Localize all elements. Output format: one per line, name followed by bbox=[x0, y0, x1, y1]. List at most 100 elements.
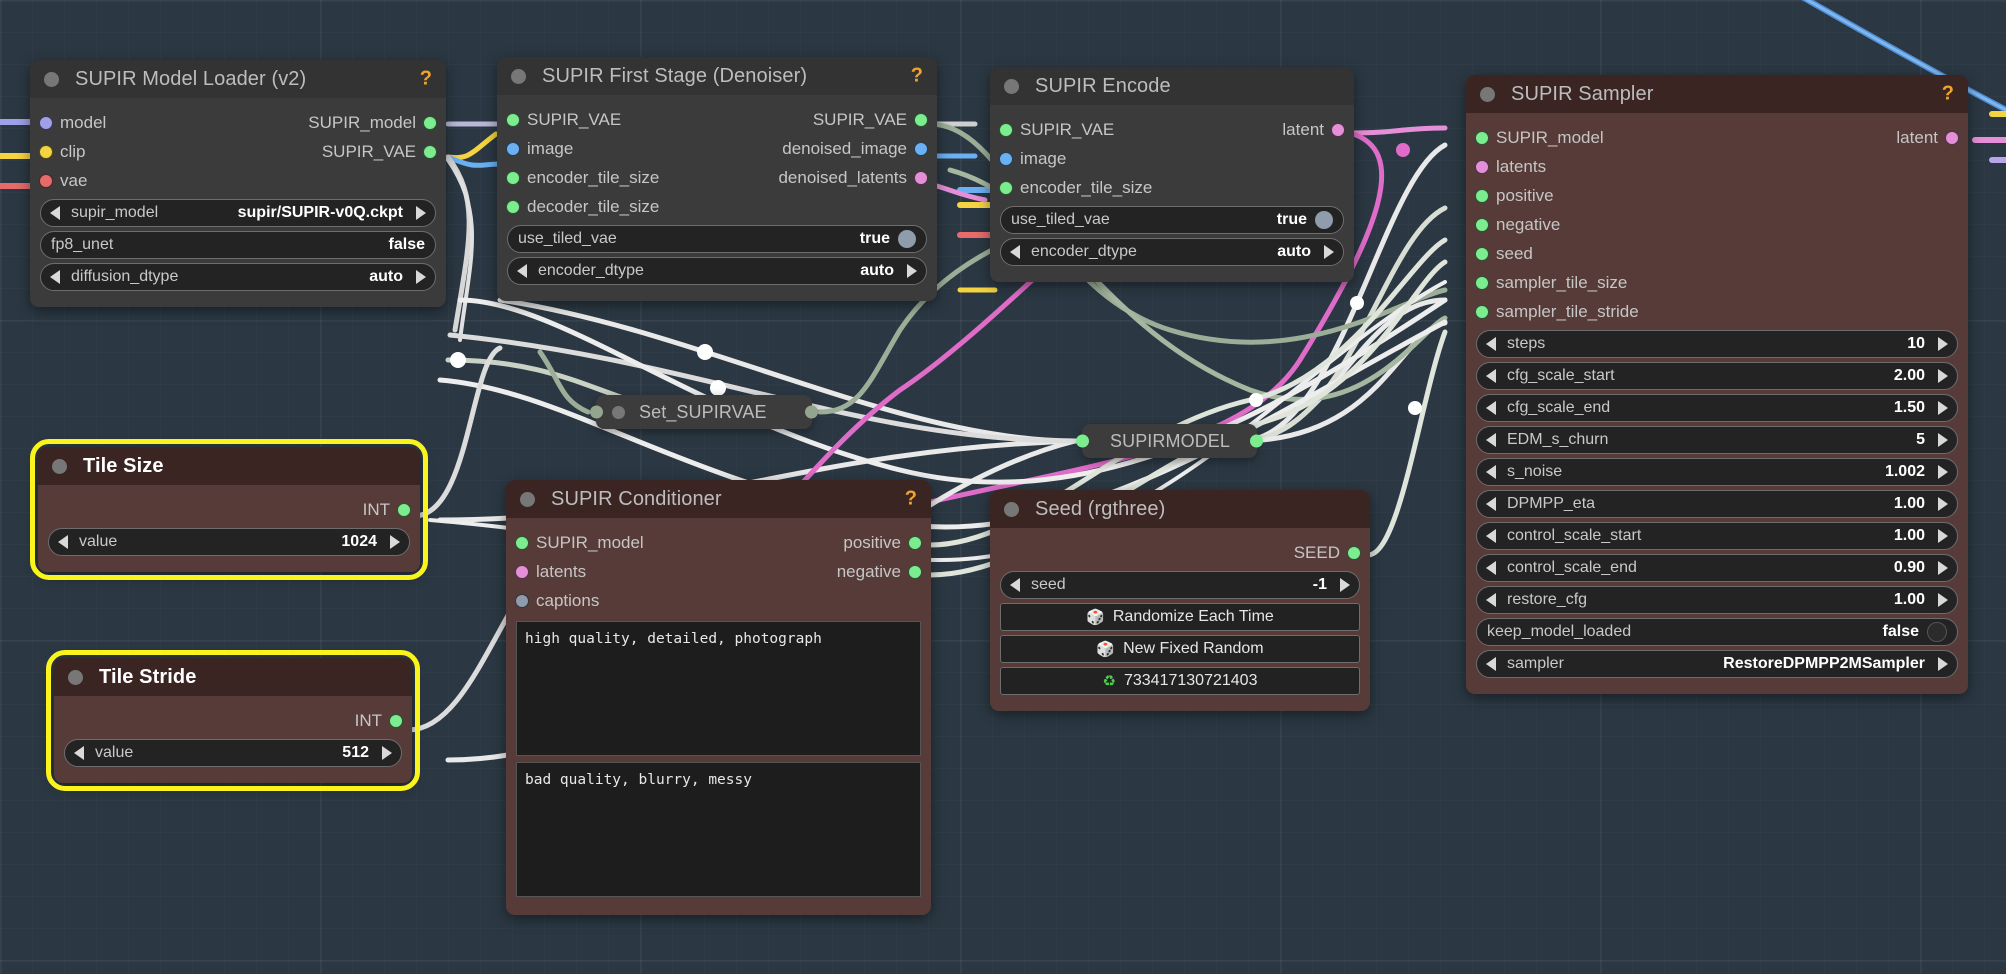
collapse-dot-icon[interactable] bbox=[52, 458, 67, 474]
toggle-knob-icon[interactable] bbox=[1315, 211, 1333, 229]
collapse-dot-icon[interactable] bbox=[44, 71, 59, 87]
port-icon[interactable] bbox=[1945, 130, 1959, 145]
increment-arrow-icon[interactable] bbox=[1938, 369, 1948, 383]
increment-arrow-icon[interactable] bbox=[1938, 657, 1948, 671]
node-titlebar[interactable]: SUPIR First Stage (Denoiser) ? bbox=[497, 57, 937, 95]
decrement-arrow-icon[interactable] bbox=[74, 746, 84, 760]
port-icon[interactable] bbox=[1475, 188, 1489, 203]
port-icon[interactable] bbox=[999, 151, 1013, 166]
port-icon[interactable] bbox=[1475, 159, 1489, 174]
widget-encoder-dtype[interactable]: encoder_dtype auto bbox=[507, 257, 927, 285]
decrement-arrow-icon[interactable] bbox=[517, 264, 527, 278]
node-supirmodel[interactable]: SUPIRMODEL bbox=[1076, 424, 1263, 458]
output-slot-seed[interactable]: SEED bbox=[990, 538, 1370, 567]
decrement-arrow-icon[interactable] bbox=[1486, 465, 1496, 479]
input-slot-latents[interactable]: latents negative bbox=[506, 557, 931, 586]
port-icon[interactable] bbox=[506, 141, 520, 156]
port-icon[interactable] bbox=[1475, 217, 1489, 232]
port-icon[interactable] bbox=[39, 173, 53, 188]
decrement-arrow-icon[interactable] bbox=[1486, 433, 1496, 447]
widget-value[interactable]: value 1024 bbox=[48, 528, 410, 556]
increment-arrow-icon[interactable] bbox=[1938, 561, 1948, 575]
port-icon[interactable] bbox=[1331, 122, 1345, 137]
collapse-dot-icon[interactable] bbox=[520, 491, 535, 507]
node-supir-sampler[interactable]: SUPIR Sampler ? SUPIR_model latent laten… bbox=[1466, 75, 1968, 694]
port-icon[interactable] bbox=[908, 535, 922, 550]
randomize-each-time-button[interactable]: 🎲 Randomize Each Time bbox=[1000, 603, 1360, 631]
increment-arrow-icon[interactable] bbox=[1938, 337, 1948, 351]
input-slot-vae[interactable]: vae bbox=[30, 166, 446, 195]
new-fixed-random-button[interactable]: 🎲 New Fixed Random bbox=[1000, 635, 1360, 663]
node-titlebar[interactable]: SUPIR Conditioner ? bbox=[506, 480, 931, 518]
port-icon[interactable] bbox=[908, 564, 922, 579]
port-icon[interactable] bbox=[397, 502, 411, 517]
port-icon[interactable] bbox=[1347, 545, 1361, 560]
port-icon[interactable] bbox=[423, 144, 437, 159]
port-icon[interactable] bbox=[506, 112, 520, 127]
widget-encoder-dtype[interactable]: encoder_dtype auto bbox=[1000, 238, 1344, 266]
node-supir-model-loader[interactable]: SUPIR Model Loader (v2) ? model SUPIR_mo… bbox=[30, 60, 446, 307]
decrement-arrow-icon[interactable] bbox=[1486, 369, 1496, 383]
decrement-arrow-icon[interactable] bbox=[1486, 497, 1496, 511]
collapse-dot-icon[interactable] bbox=[1004, 501, 1019, 517]
widget-control-scale-end[interactable]: control_scale_end 0.90 bbox=[1476, 554, 1958, 582]
widget-seed[interactable]: seed -1 bbox=[1000, 571, 1360, 599]
help-icon[interactable]: ? bbox=[1942, 83, 1954, 106]
input-slot-supir-model[interactable]: SUPIR_model positive bbox=[506, 528, 931, 557]
increment-arrow-icon[interactable] bbox=[1938, 401, 1948, 415]
node-supir-conditioner[interactable]: SUPIR Conditioner ? SUPIR_model positive… bbox=[506, 480, 931, 915]
port-icon[interactable] bbox=[1475, 275, 1489, 290]
input-slot-image[interactable]: image bbox=[990, 144, 1354, 173]
widget-value[interactable]: value 512 bbox=[64, 739, 402, 767]
decrement-arrow-icon[interactable] bbox=[1486, 657, 1496, 671]
input-slot-latents[interactable]: latents bbox=[1466, 152, 1968, 181]
port-icon[interactable] bbox=[389, 713, 403, 728]
port-icon[interactable] bbox=[914, 112, 928, 127]
increment-arrow-icon[interactable] bbox=[1324, 245, 1334, 259]
help-icon[interactable]: ? bbox=[905, 488, 917, 511]
decrement-arrow-icon[interactable] bbox=[50, 270, 60, 284]
node-tile-stride[interactable]: Tile Stride INT value 512 bbox=[46, 650, 420, 791]
help-icon[interactable]: ? bbox=[420, 68, 432, 91]
widget-edm-s-churn[interactable]: EDM_s_churn 5 bbox=[1476, 426, 1958, 454]
input-slot-sampler-tile-stride[interactable]: sampler_tile_stride bbox=[1466, 297, 1968, 326]
widget-restore-cfg[interactable]: restore_cfg 1.00 bbox=[1476, 586, 1958, 614]
input-slot-clip[interactable]: clip SUPIR_VAE bbox=[30, 137, 446, 166]
increment-arrow-icon[interactable] bbox=[1938, 529, 1948, 543]
input-slot-encoder-tile-size[interactable]: encoder_tile_size denoised_latents bbox=[497, 163, 937, 192]
port-icon[interactable] bbox=[1475, 130, 1489, 145]
port-icon[interactable] bbox=[590, 405, 603, 419]
port-icon[interactable] bbox=[39, 115, 53, 130]
increment-arrow-icon[interactable] bbox=[907, 264, 917, 278]
node-titlebar[interactable]: SUPIR Model Loader (v2) ? bbox=[30, 60, 446, 98]
decrement-arrow-icon[interactable] bbox=[1010, 245, 1020, 259]
last-seed-button[interactable]: ♻ 733417130721403 bbox=[1000, 667, 1360, 695]
increment-arrow-icon[interactable] bbox=[1340, 578, 1350, 592]
input-slot-sampler-tile-size[interactable]: sampler_tile_size bbox=[1466, 268, 1968, 297]
port-icon[interactable] bbox=[515, 564, 529, 579]
collapse-dot-icon[interactable] bbox=[511, 68, 526, 84]
widget-diffusion-dtype[interactable]: diffusion_dtype auto bbox=[40, 263, 436, 291]
widget-keep-model-loaded[interactable]: keep_model_loaded false bbox=[1476, 618, 1958, 646]
input-slot-supir-vae[interactable]: SUPIR_VAE latent bbox=[990, 115, 1354, 144]
increment-arrow-icon[interactable] bbox=[1938, 433, 1948, 447]
port-icon[interactable] bbox=[506, 199, 520, 214]
node-set-supirvae[interactable]: Set_SUPIRVAE bbox=[590, 395, 818, 429]
port-icon[interactable] bbox=[1475, 304, 1489, 319]
input-slot-supir-model[interactable]: SUPIR_model latent bbox=[1466, 123, 1968, 152]
node-seed-rgthree[interactable]: Seed (rgthree) SEED seed -1 🎲 Randomize … bbox=[990, 490, 1370, 711]
input-slot-positive[interactable]: positive bbox=[1466, 181, 1968, 210]
collapse-dot-icon[interactable] bbox=[1004, 78, 1019, 94]
node-tile-size[interactable]: Tile Size INT value 1024 bbox=[30, 439, 428, 580]
input-slot-decoder-tile-size[interactable]: decoder_tile_size bbox=[497, 192, 937, 221]
node-titlebar[interactable]: Tile Stride bbox=[54, 658, 412, 696]
comfyui-node-graph-canvas[interactable]: SUPIR Model Loader (v2) ? model SUPIR_mo… bbox=[0, 0, 2006, 974]
collapse-dot-icon[interactable] bbox=[1480, 86, 1495, 102]
decrement-arrow-icon[interactable] bbox=[50, 206, 60, 220]
port-icon[interactable] bbox=[515, 593, 529, 608]
decrement-arrow-icon[interactable] bbox=[1486, 337, 1496, 351]
port-icon[interactable] bbox=[914, 141, 928, 156]
output-slot-int[interactable]: INT bbox=[38, 495, 420, 524]
widget-control-scale-start[interactable]: control_scale_start 1.00 bbox=[1476, 522, 1958, 550]
input-slot-model[interactable]: model SUPIR_model bbox=[30, 108, 446, 137]
